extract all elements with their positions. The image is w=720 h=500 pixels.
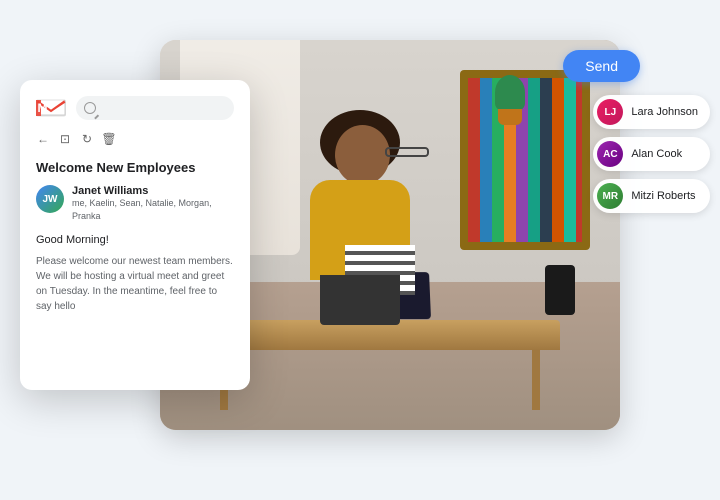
- person: [290, 125, 430, 325]
- email-body: Please welcome our newest team members. …: [36, 254, 234, 314]
- list-item: LJ Lara Johnson: [593, 95, 710, 129]
- person-head: [335, 125, 390, 185]
- sender-info: Janet Williams me, Kaelin, Sean, Natalie…: [72, 185, 234, 222]
- send-button[interactable]: Send: [563, 50, 640, 82]
- recipient-name: Mitzi Roberts: [631, 190, 695, 202]
- plant-leaves: [495, 75, 525, 110]
- delete-icon[interactable]: 🗑: [102, 132, 116, 146]
- person-glasses: [385, 147, 429, 157]
- refresh-icon[interactable]: ↻: [80, 132, 94, 146]
- back-icon[interactable]: ←: [36, 132, 50, 146]
- svg-text:M: M: [38, 101, 48, 115]
- plant-pot: [498, 109, 522, 125]
- plant: [490, 75, 530, 125]
- list-item: MR Mitzi Roberts: [593, 179, 710, 213]
- speaker: [545, 265, 575, 315]
- gmail-logo-icon: M: [36, 97, 66, 119]
- sender-recipients: me, Kaelin, Sean, Natalie, Morgan, Prank…: [72, 197, 234, 222]
- recipients-panel: LJ Lara Johnson AC Alan Cook MR Mitzi Ro…: [593, 95, 710, 213]
- email-subject: Welcome New Employees: [36, 160, 234, 175]
- gmail-toolbar: ← ⊡ ↻ 🗑: [36, 132, 234, 146]
- sender-avatar: JW: [36, 185, 64, 213]
- gmail-card: M ← ⊡ ↻ 🗑 Welcome New Employees JW Janet…: [20, 80, 250, 390]
- gmail-header: M: [36, 96, 234, 120]
- avatar: LJ: [597, 99, 623, 125]
- recipient-name: Alan Cook: [631, 148, 682, 160]
- avatar: MR: [597, 183, 623, 209]
- gmail-search-bar[interactable]: [76, 96, 234, 120]
- email-greeting: Good Morning!: [36, 234, 234, 246]
- archive-icon[interactable]: ⊡: [58, 132, 72, 146]
- sender-name: Janet Williams: [72, 185, 234, 197]
- main-scene: M ← ⊡ ↻ 🗑 Welcome New Employees JW Janet…: [0, 0, 720, 500]
- person-legs: [320, 275, 400, 325]
- person-body: [310, 180, 410, 280]
- recipient-name: Lara Johnson: [631, 106, 698, 118]
- avatar: AC: [597, 141, 623, 167]
- search-icon: [84, 102, 96, 114]
- email-sender-row: JW Janet Williams me, Kaelin, Sean, Nata…: [36, 185, 234, 222]
- list-item: AC Alan Cook: [593, 137, 710, 171]
